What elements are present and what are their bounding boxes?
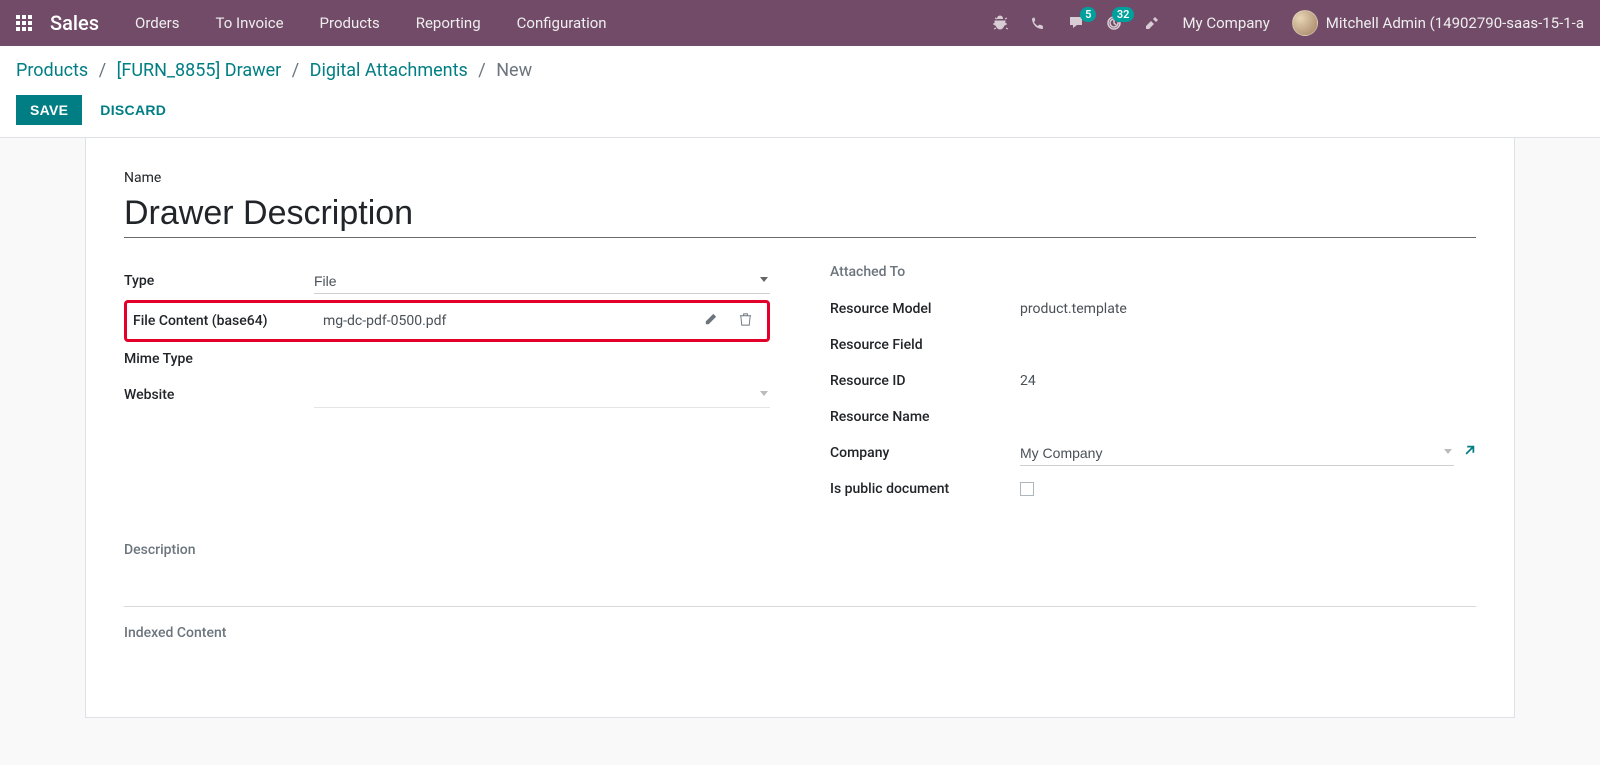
res-field-label: Resource Field bbox=[830, 337, 1020, 353]
public-row: Is public document bbox=[830, 472, 1476, 506]
file-content-highlight: File Content (base64) mg-dc-pdf-0500.pdf bbox=[124, 300, 770, 342]
res-name-row: Resource Name bbox=[830, 400, 1476, 434]
res-model-label: Resource Model bbox=[830, 301, 1020, 317]
brand[interactable]: Sales bbox=[50, 11, 99, 35]
breadcrumb-current: New bbox=[496, 60, 532, 81]
nav-to-invoice[interactable]: To Invoice bbox=[216, 14, 284, 32]
nav-reporting[interactable]: Reporting bbox=[416, 14, 481, 32]
type-row: Type bbox=[124, 264, 770, 298]
res-id-row: Resource ID 24 bbox=[830, 364, 1476, 398]
file-content-label: File Content (base64) bbox=[133, 313, 323, 329]
company-row: Company bbox=[830, 436, 1476, 470]
breadcrumb-products[interactable]: Products bbox=[16, 60, 88, 81]
form-sheet: Name Type File Content (base64) mg-dc-pd… bbox=[85, 138, 1515, 718]
website-label: Website bbox=[124, 387, 314, 403]
nav-orders[interactable]: Orders bbox=[135, 14, 180, 32]
company-value[interactable] bbox=[1020, 441, 1454, 466]
company-select[interactable] bbox=[1020, 441, 1454, 466]
messages-badge: 5 bbox=[1080, 7, 1096, 22]
res-field-row: Resource Field bbox=[830, 328, 1476, 362]
external-link-icon[interactable] bbox=[1462, 444, 1476, 462]
breadcrumb-attachments[interactable]: Digital Attachments bbox=[310, 60, 468, 81]
indexed-section-title: Indexed Content bbox=[124, 625, 1476, 641]
user-menu[interactable]: Mitchell Admin (14902790-saas-15-1-a bbox=[1292, 10, 1584, 36]
discard-button[interactable]: DISCARD bbox=[100, 102, 166, 118]
type-select[interactable] bbox=[314, 269, 770, 294]
chevron-down-icon bbox=[760, 391, 768, 396]
phone-icon[interactable] bbox=[1030, 15, 1046, 31]
left-column: Type File Content (base64) mg-dc-pdf-050… bbox=[124, 264, 770, 508]
attached-to-title: Attached To bbox=[830, 264, 1476, 280]
form-columns: Type File Content (base64) mg-dc-pdf-050… bbox=[124, 264, 1476, 508]
res-name-label: Resource Name bbox=[830, 409, 1020, 425]
avatar bbox=[1292, 10, 1318, 36]
username: Mitchell Admin (14902790-saas-15-1-a bbox=[1326, 14, 1584, 32]
sheet-background: Name Type File Content (base64) mg-dc-pd… bbox=[0, 138, 1600, 718]
website-value[interactable] bbox=[314, 383, 770, 408]
nav-menu: Orders To Invoice Products Reporting Con… bbox=[135, 14, 607, 32]
company-switcher[interactable]: My Company bbox=[1182, 14, 1269, 32]
file-actions bbox=[703, 312, 761, 331]
chevron-down-icon bbox=[760, 277, 768, 282]
public-value bbox=[1020, 482, 1476, 496]
separator bbox=[124, 606, 1476, 607]
bug-icon[interactable] bbox=[992, 15, 1008, 31]
res-model-row: Resource Model product.template bbox=[830, 292, 1476, 326]
control-panel: Products / [FURN_8855] Drawer / Digital … bbox=[0, 46, 1600, 138]
name-label: Name bbox=[124, 170, 1476, 186]
breadcrumb-product[interactable]: [FURN_8855] Drawer bbox=[117, 60, 282, 81]
website-select[interactable] bbox=[314, 383, 770, 408]
res-id-value: 24 bbox=[1020, 373, 1476, 389]
file-content-value[interactable]: mg-dc-pdf-0500.pdf bbox=[323, 313, 446, 329]
res-id-label: Resource ID bbox=[830, 373, 1020, 389]
chevron-down-icon bbox=[1444, 449, 1452, 454]
activities-badge: 32 bbox=[1112, 7, 1135, 22]
public-checkbox[interactable] bbox=[1020, 482, 1034, 496]
nav-products[interactable]: Products bbox=[320, 14, 380, 32]
nav-configuration[interactable]: Configuration bbox=[517, 14, 607, 32]
file-content-row: File Content (base64) mg-dc-pdf-0500.pdf bbox=[133, 303, 761, 339]
top-nav: Sales Orders To Invoice Products Reporti… bbox=[0, 0, 1600, 46]
top-right: 5 32 My Company Mitchell Admin (14902790… bbox=[992, 10, 1584, 36]
description-section-title: Description bbox=[124, 542, 1476, 558]
company-label: Company bbox=[830, 445, 1020, 461]
apps-icon[interactable] bbox=[16, 15, 32, 31]
name-input[interactable] bbox=[124, 192, 1476, 238]
type-label: Type bbox=[124, 273, 314, 289]
trash-icon[interactable] bbox=[738, 312, 753, 331]
messages-icon[interactable]: 5 bbox=[1068, 15, 1084, 31]
activities-icon[interactable]: 32 bbox=[1106, 15, 1122, 31]
type-value[interactable] bbox=[314, 269, 770, 294]
res-model-value: product.template bbox=[1020, 301, 1476, 317]
right-column: Attached To Resource Model product.templ… bbox=[830, 264, 1476, 508]
save-button[interactable]: SAVE bbox=[16, 95, 82, 125]
mime-label: Mime Type bbox=[124, 351, 314, 367]
website-row: Website bbox=[124, 378, 770, 412]
public-label: Is public document bbox=[830, 481, 1020, 497]
edit-icon[interactable] bbox=[703, 312, 718, 331]
button-row: SAVE DISCARD bbox=[16, 95, 1584, 125]
tools-icon[interactable] bbox=[1144, 15, 1160, 31]
mime-row: Mime Type bbox=[124, 342, 770, 376]
breadcrumb: Products / [FURN_8855] Drawer / Digital … bbox=[16, 60, 1584, 81]
